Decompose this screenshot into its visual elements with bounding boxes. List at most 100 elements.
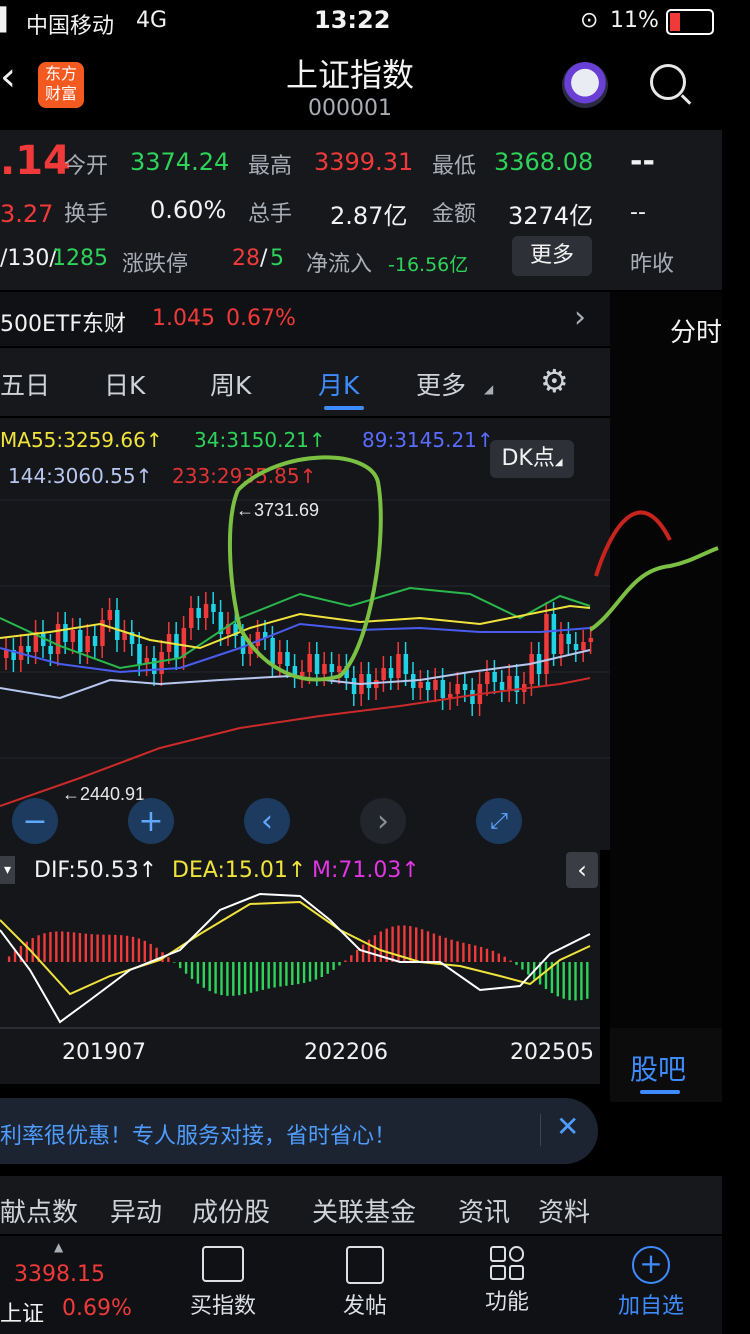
dif-line xyxy=(0,892,591,1024)
bottom-index-price: 3398.15 xyxy=(14,1262,105,1287)
collapse-panel-button[interactable]: ‹ xyxy=(566,852,598,888)
battery-icon xyxy=(666,9,714,35)
section-constituents[interactable]: 成份股 xyxy=(192,1192,270,1229)
guba-tab-indicator xyxy=(640,1090,680,1094)
macd-bar xyxy=(474,945,477,962)
tab-monthly-k[interactable]: 月K xyxy=(318,366,359,402)
functions-button[interactable]: 功能 xyxy=(462,1246,552,1316)
candle-body xyxy=(270,638,275,664)
tab-five-day[interactable]: 五日 xyxy=(0,366,50,402)
candle-body xyxy=(329,664,335,672)
macd-bar xyxy=(509,960,512,962)
macd-bar xyxy=(61,931,64,962)
zoom-out-button[interactable]: − xyxy=(12,798,58,844)
candle-body xyxy=(462,684,468,690)
add-watchlist-button[interactable]: + 加自选 xyxy=(604,1246,698,1320)
macd-bar xyxy=(120,935,123,962)
section-profile[interactable]: 资料 xyxy=(538,1192,590,1229)
macd-dif: DIF:50.53↑ xyxy=(34,858,158,883)
macd-bar xyxy=(521,962,524,970)
macd-bar xyxy=(167,957,170,962)
turnover-label: 换手 xyxy=(64,202,109,227)
turnover-value: 0.60% xyxy=(150,196,227,224)
ad-banner[interactable]: 利率很优惠！专人服务对接，省时省心！ ✕ xyxy=(0,1098,598,1164)
robot-assistant-icon[interactable] xyxy=(562,62,608,108)
up-arrow-icon: ▲ xyxy=(54,1240,64,1254)
macd-bar xyxy=(220,962,223,996)
candle-body xyxy=(351,678,357,694)
amount-value: 3274亿 xyxy=(508,202,594,230)
etf-change: 0.67% xyxy=(226,306,296,331)
x-tick: 201907 xyxy=(62,1040,146,1065)
section-contribution[interactable]: 献点数 xyxy=(0,1192,78,1229)
scroll-left-button[interactable]: ‹ xyxy=(244,798,290,844)
settings-gear-icon[interactable]: ⚙ xyxy=(540,362,569,400)
macd-bar xyxy=(66,931,70,962)
macd-bar xyxy=(90,934,93,962)
tab-weekly-k[interactable]: 周K xyxy=(210,366,251,402)
candle-body xyxy=(418,682,423,688)
page-title: 上证指数 xyxy=(285,56,414,94)
x-axis: 201907 202206 202505 xyxy=(0,1030,600,1084)
chevron-left-icon: ‹ xyxy=(577,856,587,884)
macd-bar xyxy=(7,956,11,962)
macd-bar xyxy=(568,962,571,1001)
candle-body xyxy=(55,624,61,654)
limit-label: 涨跌停 xyxy=(122,252,189,277)
signal-icon: ▍ xyxy=(0,8,17,33)
section-news[interactable]: 资讯 xyxy=(458,1192,510,1229)
macd-bar xyxy=(350,955,353,962)
macd-bar xyxy=(468,944,471,962)
macd-dea: DEA:15.01↑ xyxy=(172,858,307,883)
x-tick: 202206 xyxy=(304,1040,388,1065)
more-button[interactable]: 更多 xyxy=(512,236,592,276)
candle-body xyxy=(507,676,512,690)
tab-intraday[interactable]: 分时 xyxy=(670,312,722,349)
macd-bar xyxy=(49,932,52,962)
macd-bar xyxy=(426,931,430,962)
right-price-placeholder: -- xyxy=(630,144,655,179)
section-anomaly[interactable]: 异动 xyxy=(110,1192,162,1229)
close-icon[interactable]: ✕ xyxy=(556,1110,579,1143)
high-value: 3399.31 xyxy=(314,148,414,176)
macd-bar xyxy=(190,962,194,979)
candle-body xyxy=(115,610,120,640)
macd-bar xyxy=(356,949,359,962)
macd-bar xyxy=(255,962,259,992)
macd-bar xyxy=(544,962,548,990)
macd-bar xyxy=(497,953,500,962)
candle-body xyxy=(470,690,475,704)
scroll-right-button[interactable]: › xyxy=(360,798,406,844)
macd-bar xyxy=(297,962,300,985)
candle-body xyxy=(174,634,179,658)
x-tick: 202505 xyxy=(510,1040,594,1065)
bottom-bar: ▲ 3398.15 上证 0.69% 买指数 发帖 功能 + 加自选 xyxy=(0,1236,722,1334)
macd-bar xyxy=(202,962,205,988)
tab-guba[interactable]: 股吧 xyxy=(630,1048,686,1088)
section-related-funds[interactable]: 关联基金 xyxy=(312,1192,416,1229)
candle-body xyxy=(366,674,372,688)
fullscreen-button[interactable]: ⤢ xyxy=(476,798,522,844)
macd-bar xyxy=(143,940,146,962)
tab-daily-k[interactable]: 日K xyxy=(104,366,145,402)
back-icon[interactable]: ‹ xyxy=(0,54,16,100)
macd-bar xyxy=(131,936,135,962)
tab-more-periods[interactable]: 更多 xyxy=(416,366,466,402)
macd-bar xyxy=(78,933,82,962)
macd-bar xyxy=(462,942,465,962)
ad-text: 利率很优惠！专人服务对接，省时省心！ xyxy=(0,1124,397,1149)
grid-icon xyxy=(490,1246,524,1280)
low-label: 最低 xyxy=(432,154,477,179)
post-button[interactable]: 发帖 xyxy=(320,1246,410,1320)
buy-index-button[interactable]: 买指数 xyxy=(178,1246,268,1320)
zoom-in-button[interactable]: + xyxy=(128,798,174,844)
macd-bar xyxy=(420,929,424,962)
kline-svg: ←3731.69 ←2440.91 xyxy=(0,455,610,807)
macd-bar xyxy=(285,962,288,986)
candle-body xyxy=(307,654,312,672)
indicator-dropdown[interactable]: ▾ xyxy=(0,856,16,884)
candle-body xyxy=(26,646,31,652)
app-logo: 东方财富 xyxy=(38,62,84,108)
related-etf-row[interactable]: 500ETF东财 1.045 0.67% › xyxy=(0,292,610,346)
candle-body xyxy=(440,680,446,698)
